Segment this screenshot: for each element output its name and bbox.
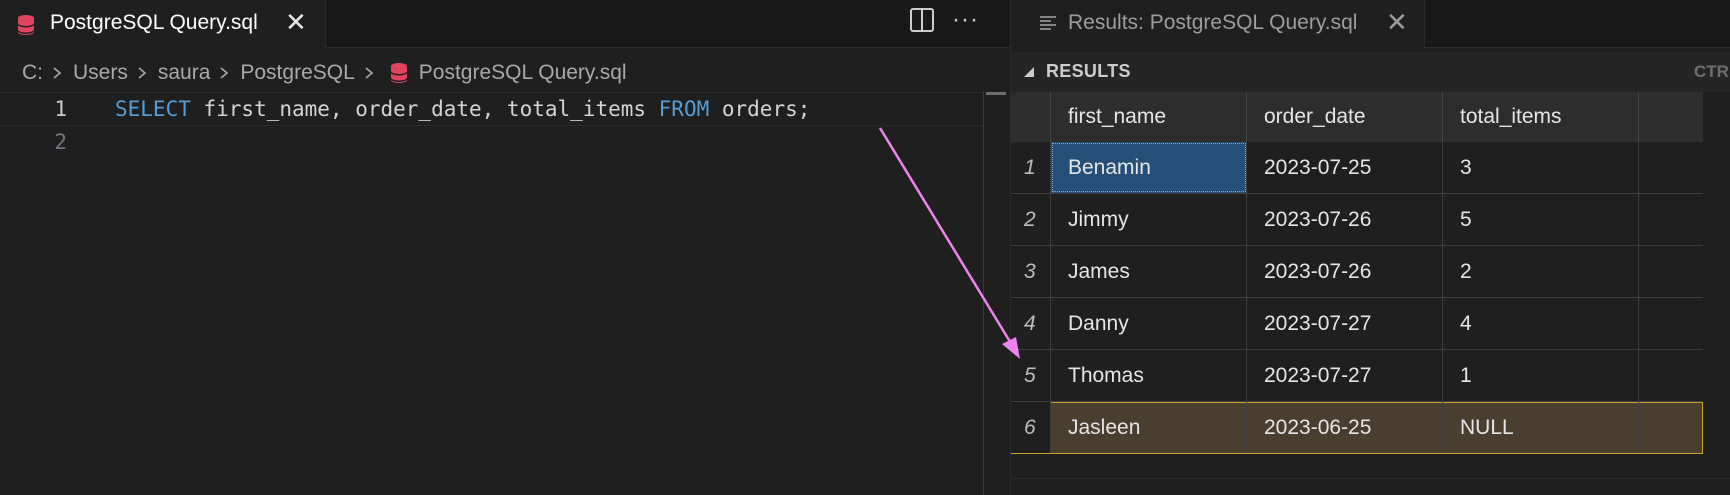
results-title: RESULTS [1046,61,1131,81]
chevron-right-icon [365,67,374,79]
breadcrumb-postgresql[interactable]: PostgreSQL [240,61,354,85]
grid-cell[interactable]: Danny [1051,298,1247,349]
close-icon[interactable]: ✕ [285,9,307,35]
grid-cell-null[interactable]: NULL [1443,402,1639,453]
grid-header-row: first_name order_date total_items [1011,92,1703,142]
minimap[interactable] [986,92,1006,95]
collapse-chevron-icon[interactable] [1023,66,1035,78]
results-tab-bar: Results: PostgreSQL Query.sql ✕ [1011,0,1730,48]
row-number: 3 [1011,246,1051,297]
results-pane: Results: PostgreSQL Query.sql ✕ RESULTS … [1010,0,1730,495]
table-row[interactable]: 5 Thomas 2023-07-27 1 [1011,350,1703,402]
grid-cell[interactable]: Thomas [1051,350,1247,401]
code-line[interactable]: 1 SELECT first_name, order_date, total_i… [0,92,985,126]
grid-cell[interactable]: Jimmy [1051,194,1247,245]
results-tab-label: Results: PostgreSQL Query.sql [1068,11,1358,34]
code-editor[interactable]: 1 SELECT first_name, order_date, total_i… [0,92,1010,495]
grid-cell[interactable]: 5 [1443,194,1639,245]
tab-postgresql-query[interactable]: PostgreSQL Query.sql ✕ [0,0,326,48]
editor-pane: PostgreSQL Query.sql ✕ ··· C: Users saur… [0,0,1010,495]
line-number: 2 [54,130,67,154]
grid-cell[interactable]: 1 [1443,350,1639,401]
row-number: 5 [1011,350,1051,401]
editor-scrollbar[interactable] [983,92,984,495]
code-line[interactable]: 2 [0,126,985,160]
tab-label: PostgreSQL Query.sql [50,11,258,34]
grid-cell[interactable]: 3 [1443,142,1639,193]
grid-cell[interactable]: 2023-06-25 [1247,402,1443,453]
row-number: 6 [1011,402,1051,453]
table-row-highlighted[interactable]: 6 Jasleen 2023-06-25 NULL [1011,402,1703,454]
grid-cell-selected[interactable]: Benamin [1051,142,1247,193]
grid-cell[interactable]: 2023-07-25 [1247,142,1443,193]
results-toolbar-hint: CTR [1694,62,1729,81]
row-number: 1 [1011,142,1051,193]
database-icon [389,62,409,84]
line-number: 1 [54,97,67,121]
grid-cell[interactable]: James [1051,246,1247,297]
table-row[interactable]: 2 Jimmy 2023-07-26 5 [1011,194,1703,246]
code-text: SELECT first_name, order_date, total_ite… [115,97,810,121]
column-header-order-date[interactable]: order_date [1247,92,1443,142]
row-number-header [1011,92,1051,142]
row-number: 4 [1011,298,1051,349]
row-number: 2 [1011,194,1051,245]
chevron-right-icon [53,67,62,79]
breadcrumb-drive[interactable]: C: [22,61,43,85]
list-icon [1039,15,1057,36]
grid-cell[interactable]: 2 [1443,246,1639,297]
editor-tab-bar: PostgreSQL Query.sql ✕ ··· [0,0,1010,48]
more-actions-icon[interactable]: ··· [952,6,979,34]
sql-text: first_name, order_date, total_items [190,97,659,121]
table-row[interactable]: 4 Danny 2023-07-27 4 [1011,298,1703,350]
column-header-first-name[interactable]: first_name [1051,92,1247,142]
results-section-header[interactable]: RESULTS CTR [1011,52,1730,92]
breadcrumb-saura[interactable]: saura [158,61,211,85]
table-row[interactable]: 3 James 2023-07-26 2 [1011,246,1703,298]
grid-cell[interactable]: 4 [1443,298,1639,349]
sql-text: orders; [709,97,811,121]
breadcrumb: C: Users saura PostgreSQL PostgreSQL Que… [0,56,1000,90]
database-icon [16,14,36,41]
grid-cell[interactable]: 2023-07-27 [1247,298,1443,349]
grid-cell[interactable]: 2023-07-26 [1247,246,1443,297]
divider [1011,478,1730,479]
grid-cell[interactable]: Jasleen [1051,402,1247,453]
tab-results[interactable]: Results: PostgreSQL Query.sql ✕ [1011,0,1425,48]
breadcrumb-users[interactable]: Users [73,61,128,85]
breadcrumb-file[interactable]: PostgreSQL Query.sql [419,61,627,85]
split-editor-icon[interactable] [909,7,935,38]
column-header-total-items[interactable]: total_items [1443,92,1639,142]
sql-keyword: SELECT [115,97,191,121]
sql-keyword: FROM [658,97,710,121]
table-row[interactable]: 1 Benamin 2023-07-25 3 [1011,142,1703,194]
grid-cell[interactable]: 2023-07-26 [1247,194,1443,245]
grid-cell[interactable]: 2023-07-27 [1247,350,1443,401]
chevron-right-icon [220,67,229,79]
close-icon[interactable]: ✕ [1386,9,1408,35]
chevron-right-icon [138,67,147,79]
